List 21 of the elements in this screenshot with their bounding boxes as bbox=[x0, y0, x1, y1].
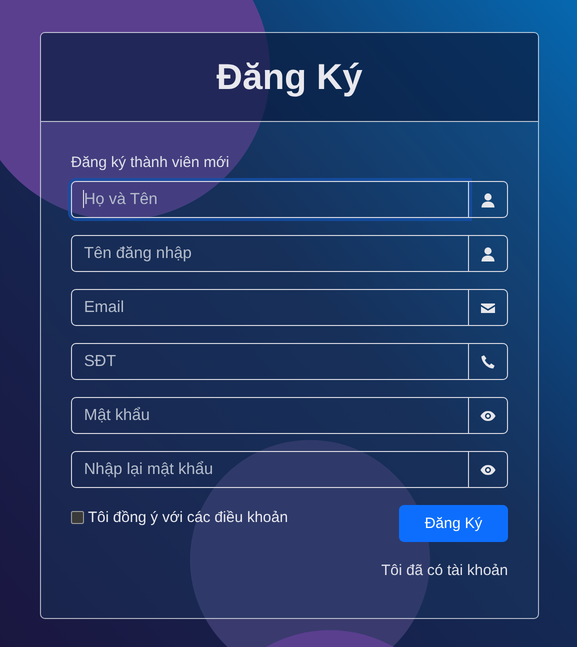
icon-button[interactable] bbox=[469, 235, 508, 272]
register-button[interactable]: Đăng Ký bbox=[399, 505, 508, 542]
phone-icon bbox=[480, 354, 496, 370]
icon-button[interactable] bbox=[469, 451, 508, 488]
icon-button[interactable] bbox=[469, 289, 508, 326]
input-field[interactable]: Tên đăng nhập bbox=[71, 235, 469, 272]
icon-button[interactable] bbox=[469, 343, 508, 380]
input-field[interactable]: Email bbox=[71, 289, 469, 326]
user-icon bbox=[480, 192, 496, 208]
checkbox[interactable] bbox=[71, 511, 84, 524]
input-field[interactable]: Mật khẩu bbox=[71, 397, 469, 434]
user-icon bbox=[480, 246, 496, 262]
input-field[interactable]: SĐT bbox=[71, 343, 469, 380]
form-subtitle: Đăng ký thành viên mới bbox=[71, 154, 230, 171]
login-link[interactable]: Tôi đã có tài khoản bbox=[381, 562, 508, 579]
input-field[interactable]: Nhập lại mật khẩu bbox=[71, 451, 469, 488]
form-title: Đăng Ký bbox=[216, 56, 363, 98]
icon-button[interactable] bbox=[469, 181, 508, 218]
input-field[interactable]: Họ và Tên bbox=[71, 181, 469, 218]
checkbox-label: Tôi đồng ý với các điều khoản bbox=[88, 509, 288, 526]
icon-button[interactable] bbox=[469, 397, 508, 434]
